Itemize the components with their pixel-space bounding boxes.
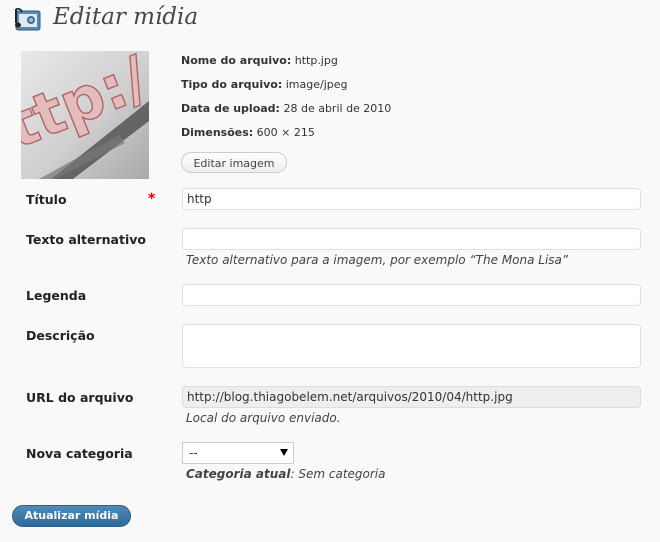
title-input[interactable]	[182, 188, 641, 210]
edit-image-button[interactable]: Editar imagem	[181, 152, 287, 173]
category-select-value: --	[189, 446, 198, 460]
file-url-input[interactable]	[182, 386, 641, 408]
dimensions-value: 600 × 215	[256, 126, 315, 139]
update-media-button[interactable]: Atualizar mídia	[12, 505, 131, 527]
alt-text-label: Texto alternativo	[26, 232, 146, 247]
description-label: Descrição	[26, 328, 95, 343]
required-mark: *	[148, 191, 156, 207]
dropdown-arrow-icon	[280, 449, 288, 456]
filename-row: Nome do arquivo: http.jpg	[181, 54, 338, 67]
page-title: Editar mídia	[53, 4, 199, 30]
media-icon	[13, 6, 43, 34]
upload-date-row: Data de upload: 28 de abril de 2010	[181, 102, 392, 115]
category-select[interactable]: --	[182, 442, 294, 464]
caption-input[interactable]	[182, 284, 641, 306]
filename-value: http.jpg	[294, 54, 338, 67]
current-category-label: Categoria atual	[186, 467, 291, 481]
new-category-label: Nova categoria	[26, 446, 133, 461]
filetype-value: image/jpeg	[285, 78, 348, 91]
thumbnail-image: ttp:/	[21, 51, 149, 179]
file-url-label: URL do arquivo	[26, 390, 134, 405]
upload-date-value: 28 de abril de 2010	[283, 102, 392, 115]
title-label: Título	[26, 192, 67, 207]
description-textarea[interactable]	[182, 324, 641, 368]
filetype-row: Tipo do arquivo: image/jpeg	[181, 78, 348, 91]
caption-label: Legenda	[26, 288, 87, 303]
alt-text-help: Texto alternativo para a imagem, por exe…	[186, 253, 569, 267]
alt-text-input[interactable]	[182, 228, 641, 250]
file-url-help: Local do arquivo enviado.	[186, 411, 341, 425]
current-category-value: : Sem categoria	[290, 467, 386, 481]
current-category: Categoria atual: Sem categoria	[186, 467, 386, 481]
dimensions-row: Dimensões: 600 × 215	[181, 126, 315, 139]
